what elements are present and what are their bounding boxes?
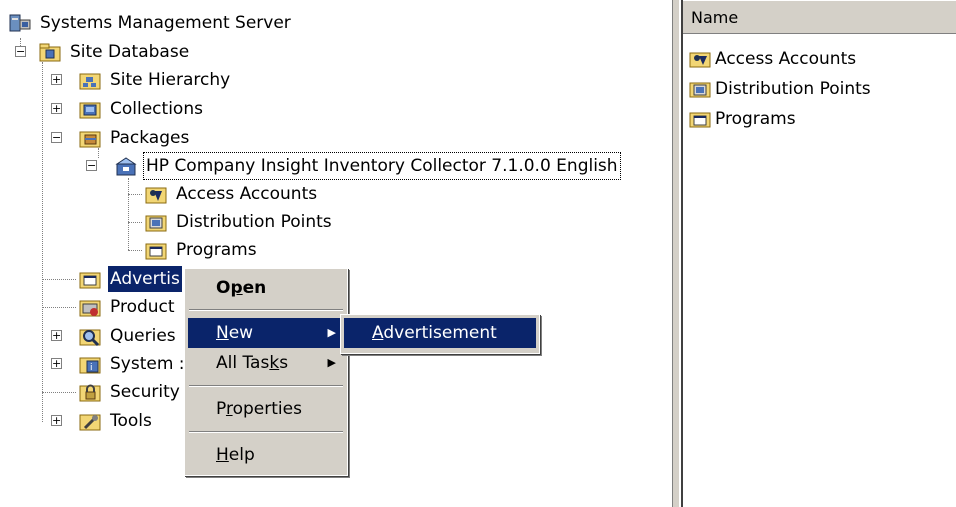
- submenu-new: Advertisement: [340, 314, 540, 354]
- tree-connector: [42, 279, 76, 280]
- menu-text: dvertisement: [383, 323, 497, 343]
- menu-accelerator: p: [230, 278, 243, 298]
- details-pane: Name Access Accounts Distribution Points…: [681, 0, 956, 507]
- menu-text: s: [279, 353, 289, 373]
- svg-text:i: i: [90, 363, 93, 373]
- menu-item-all-tasks[interactable]: All Tasks ▶: [188, 348, 344, 378]
- list-item-label: Access Accounts: [715, 49, 857, 69]
- computer-icon: [8, 12, 32, 42]
- queries-icon: [78, 325, 104, 355]
- hierarchy-icon: [78, 69, 104, 99]
- distribution-icon: [689, 79, 713, 106]
- tree-connector: [42, 62, 43, 422]
- tree-label: Site Database: [70, 42, 190, 62]
- column-header-name[interactable]: Name: [683, 0, 956, 34]
- console-tree-pane: Systems Management Server − Site Databas…: [0, 0, 672, 507]
- tree-label: Collections: [110, 99, 203, 119]
- collapse-toggle[interactable]: −: [51, 132, 62, 143]
- expand-toggle[interactable]: +: [51, 74, 62, 85]
- package-open-icon: [114, 155, 140, 185]
- key-folder-icon: [689, 49, 713, 76]
- menu-item-new[interactable]: New ▶: [188, 318, 344, 348]
- menu-separator: [189, 309, 343, 311]
- advert-folder-icon: [78, 268, 104, 298]
- menu-text: All Tas: [216, 353, 270, 373]
- expand-toggle[interactable]: +: [51, 330, 62, 341]
- security-icon: [78, 381, 104, 411]
- menu-accelerator: k: [269, 353, 280, 373]
- menu-accelerator: N: [216, 323, 229, 343]
- menu-item-properties[interactable]: Properties: [188, 394, 344, 424]
- folder-icon: [144, 239, 170, 269]
- menu-separator: [189, 385, 343, 387]
- tree-connector: [128, 222, 142, 223]
- system-icon: i: [78, 353, 104, 383]
- tree-label: HP Company Insight Inventory Collector 7…: [143, 152, 621, 180]
- menu-text: P: [216, 399, 226, 419]
- tree-connector: [128, 178, 129, 250]
- menu-text: elp: [228, 445, 255, 465]
- tree-label: Security: [110, 382, 180, 402]
- menu-text: O: [216, 278, 231, 298]
- tree-connector: [128, 194, 142, 195]
- list-item-label: Distribution Points: [715, 79, 871, 99]
- tree-label: Advertis: [108, 266, 182, 292]
- expand-toggle[interactable]: +: [51, 415, 62, 426]
- pane-splitter[interactable]: [672, 0, 680, 507]
- menu-accelerator: A: [372, 323, 384, 343]
- tree-label: Site Hierarchy: [110, 70, 231, 90]
- menu-text: ew: [228, 323, 254, 343]
- menu-text: en: [242, 278, 267, 298]
- tree-label: Product: [110, 297, 175, 317]
- tree-label: Systems Management Server: [40, 13, 291, 33]
- expand-toggle[interactable]: +: [51, 103, 62, 114]
- package-icon: [78, 127, 104, 157]
- tree-connector: [42, 307, 76, 308]
- submenu-arrow-icon: ▶: [327, 356, 336, 369]
- distribution-icon: [144, 211, 170, 241]
- tree-label: System :: [110, 354, 185, 374]
- folder-icon: [689, 109, 713, 136]
- submenu-arrow-icon: ▶: [327, 326, 336, 339]
- key-folder-icon: [144, 183, 170, 213]
- tree-connector: [42, 392, 76, 393]
- tools-icon: [78, 410, 104, 440]
- tree-label: Queries: [110, 326, 176, 346]
- menu-accelerator: H: [216, 445, 229, 465]
- tree-label: Tools: [110, 411, 152, 431]
- tree-label: Distribution Points: [176, 212, 332, 232]
- context-menu: Open New ▶ All Tasks ▶ Properties Help: [184, 268, 348, 476]
- menu-accelerator: r: [225, 399, 233, 419]
- tree-label: Programs: [176, 240, 257, 260]
- database-icon: [38, 41, 64, 71]
- tree-connector: [128, 250, 142, 251]
- menu-separator: [189, 431, 343, 433]
- submenu-item-advertisement[interactable]: Advertisement: [344, 318, 536, 348]
- tree-label: Packages: [110, 128, 190, 148]
- expand-toggle[interactable]: +: [51, 358, 62, 369]
- collapse-toggle[interactable]: −: [15, 46, 26, 57]
- tree-label: Access Accounts: [176, 184, 318, 204]
- list-item-label: Programs: [715, 109, 796, 129]
- menu-item-open[interactable]: Open: [188, 273, 344, 303]
- menu-text: operties: [232, 399, 302, 419]
- menu-item-help[interactable]: Help: [188, 440, 344, 470]
- collections-icon: [78, 98, 104, 128]
- product-icon: [78, 296, 104, 326]
- collapse-toggle[interactable]: −: [86, 160, 97, 171]
